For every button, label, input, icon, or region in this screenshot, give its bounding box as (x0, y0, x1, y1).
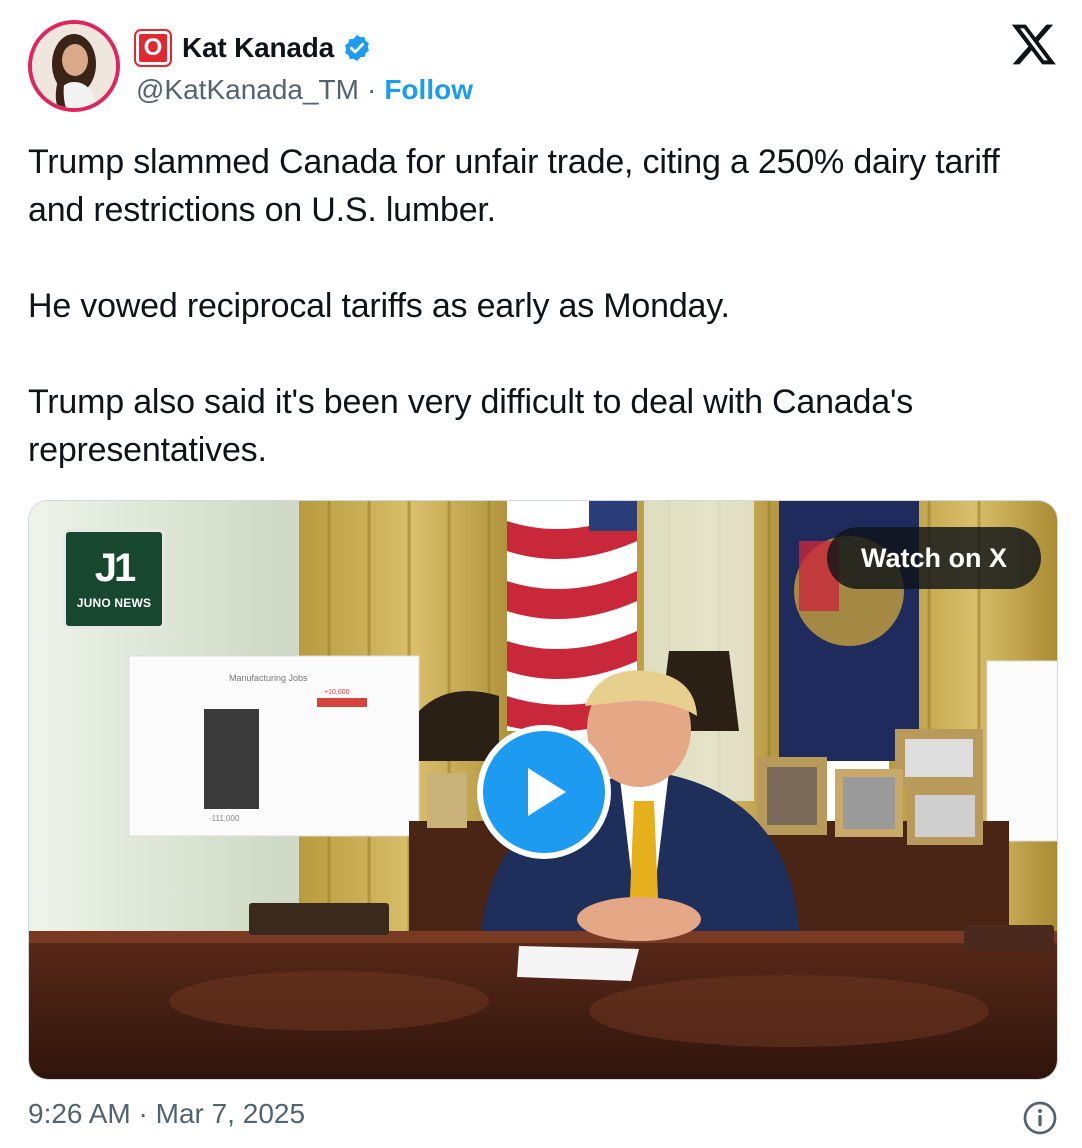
separator-dot: · (367, 74, 377, 105)
brand-badge: O (134, 29, 172, 67)
tweet-text: Trump slammed Canada for unfair trade, c… (28, 138, 1038, 474)
tweet-paragraph: Trump also said it's been very difficult… (28, 383, 914, 469)
author-name-row: O Kat Kanada (134, 28, 372, 68)
play-button[interactable] (477, 725, 611, 859)
tweet-paragraph: He vowed reciprocal tariffs as early as … (28, 287, 730, 325)
juno-news-logo: J1 JUNO NEWS (63, 529, 165, 629)
author-handle[interactable]: @KatKanada_TM (136, 74, 359, 106)
tweet-paragraph: Trump slammed Canada for unfair trade, c… (28, 143, 1000, 229)
watch-on-x-button[interactable]: Watch on X (827, 527, 1041, 589)
chart-title: Manufacturing Jobs (229, 673, 308, 683)
juno-mark: J1 (94, 546, 136, 590)
video-media-card[interactable]: Manufacturing Jobs -111,000 +10,000 J1 J… (28, 500, 1058, 1080)
author-avatar[interactable] (28, 20, 120, 112)
author-handle-row: @KatKanada_TM · Follow (136, 74, 473, 106)
verified-badge-icon (342, 33, 372, 63)
chart-left-value: -111,000 (209, 814, 240, 823)
follow-button[interactable]: Follow (384, 74, 473, 106)
play-icon (528, 768, 566, 816)
x-logo-icon[interactable] (1010, 20, 1058, 68)
author-display-name[interactable]: Kat Kanada (182, 32, 334, 64)
tweet-timestamp[interactable]: 9:26 AM · Mar 7, 2025 (28, 1098, 305, 1130)
chart-right-value: +10,000 (324, 689, 350, 696)
juno-channel-name: JUNO NEWS (76, 596, 152, 610)
info-icon[interactable] (1022, 1100, 1058, 1136)
